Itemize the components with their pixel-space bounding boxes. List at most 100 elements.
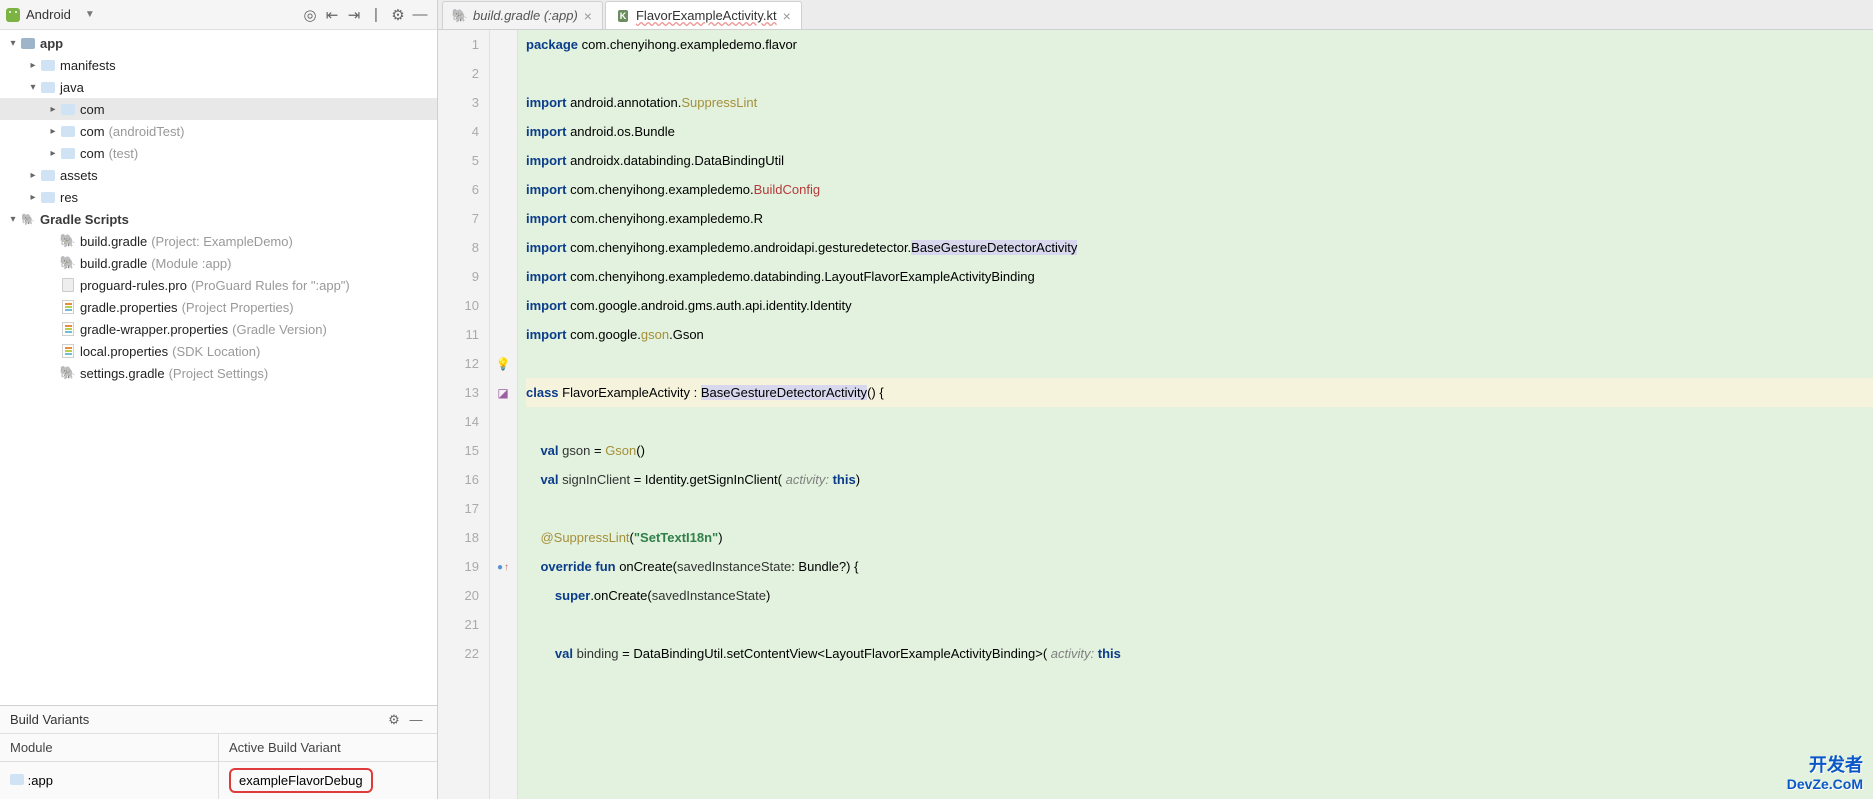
tree-node-note: (Project Properties)	[182, 300, 294, 315]
tree-row[interactable]: ▸ com (test)	[0, 142, 437, 164]
chevron-down-icon[interactable]: ▾	[6, 214, 20, 225]
collapse-icon[interactable]: ⇤	[321, 4, 343, 26]
code-line[interactable]	[526, 59, 1873, 88]
tree-node-label: gradle-wrapper.properties	[80, 322, 228, 337]
code-line[interactable]	[526, 349, 1873, 378]
tree-node-label: local.properties	[80, 344, 168, 359]
code-line[interactable]: import com.chenyihong.exampledemo.R	[526, 204, 1873, 233]
tree-row[interactable]: · local.properties (SDK Location)	[0, 340, 437, 362]
chevron-icon[interactable]: ▸	[46, 148, 60, 159]
tree-row[interactable]: ▸ com	[0, 98, 437, 120]
tree-node-note: (Gradle Version)	[232, 322, 327, 337]
file-icon	[60, 277, 76, 293]
code-line[interactable]: import com.google.gson.Gson	[526, 320, 1873, 349]
tree-node-label: res	[60, 190, 78, 205]
folder-icon	[40, 189, 56, 205]
project-tree[interactable]: ▾ app ▸ manifests ▾ java ▸ com ▸ com (an…	[0, 30, 437, 705]
chevron-icon[interactable]: ▸	[46, 104, 60, 115]
folder-icon	[40, 57, 56, 73]
tree-node-label: build.gradle	[80, 234, 147, 249]
variant-cell[interactable]: exampleFlavorDebug	[219, 762, 437, 799]
tree-row[interactable]: ▾ java	[0, 76, 437, 98]
tree-row[interactable]: · proguard-rules.pro (ProGuard Rules for…	[0, 274, 437, 296]
tree-node-note: (Project Settings)	[169, 366, 269, 381]
build-variants-title: Build Variants	[10, 712, 89, 727]
code-line[interactable]: val gson = Gson()	[526, 436, 1873, 465]
tree-row[interactable]: ▸ assets	[0, 164, 437, 186]
minimize-icon[interactable]: —	[409, 4, 431, 26]
code-line[interactable]: import com.chenyihong.exampledemo.BuildC…	[526, 175, 1873, 204]
module-cell[interactable]: :app	[0, 762, 219, 799]
code-line[interactable]: import com.chenyihong.exampledemo.databi…	[526, 262, 1873, 291]
override-gutter-icon[interactable]: ●↑	[494, 558, 512, 576]
build-variants-header: Build Variants ⚙ —	[0, 706, 437, 734]
code-line[interactable]	[526, 407, 1873, 436]
tree-node-note: (androidTest)	[109, 124, 185, 139]
tree-node-label: manifests	[60, 58, 116, 73]
tree-root[interactable]: ▾ app	[0, 32, 437, 54]
close-icon[interactable]: ×	[783, 8, 791, 24]
code-line[interactable]	[526, 494, 1873, 523]
tab-label: FlavorExampleActivity.kt	[636, 8, 777, 23]
chevron-icon[interactable]: ▾	[26, 82, 40, 93]
tree-node-label: assets	[60, 168, 98, 183]
code-line[interactable]: import com.google.android.gms.auth.api.i…	[526, 291, 1873, 320]
code-content[interactable]: package com.chenyihong.exampledemo.flavo…	[518, 30, 1873, 799]
code-line[interactable]: @SuppressLint("SetTextI18n")	[526, 523, 1873, 552]
code-line[interactable]: package com.chenyihong.exampledemo.flavo…	[526, 30, 1873, 59]
tree-row[interactable]: ▸ manifests	[0, 54, 437, 76]
code-line[interactable]: import android.annotation.SuppressLint	[526, 88, 1873, 117]
target-icon[interactable]: ◎	[299, 4, 321, 26]
chevron-down-icon[interactable]: ▾	[6, 38, 20, 49]
code-line[interactable]: import androidx.databinding.DataBindingU…	[526, 146, 1873, 175]
chevron-icon[interactable]: ▸	[26, 192, 40, 203]
bulb-icon[interactable]: 💡	[494, 355, 512, 373]
code-line[interactable]: val signInClient = Identity.getSignInCli…	[526, 465, 1873, 494]
tree-row[interactable]: · gradle-wrapper.properties (Gradle Vers…	[0, 318, 437, 340]
gradle-icon: 🐘	[453, 9, 467, 23]
close-icon[interactable]: ×	[584, 8, 592, 24]
chevron-icon[interactable]: ▸	[26, 60, 40, 71]
gear-icon[interactable]: ⚙	[387, 4, 409, 26]
column-module: Module	[0, 734, 219, 761]
folder-icon	[40, 167, 56, 183]
code-line[interactable]: val binding = DataBindingUtil.setContent…	[526, 639, 1873, 668]
active-variant[interactable]: exampleFlavorDebug	[229, 768, 373, 793]
tree-row[interactable]: · 🐘 settings.gradle (Project Settings)	[0, 362, 437, 384]
chevron-icon[interactable]: ▸	[26, 170, 40, 181]
tree-row[interactable]: · 🐘 build.gradle (Project: ExampleDemo)	[0, 230, 437, 252]
code-line[interactable]: class FlavorExampleActivity : BaseGestur…	[526, 378, 1873, 407]
code-line[interactable]: import android.os.Bundle	[526, 117, 1873, 146]
chevron-icon[interactable]: ▸	[46, 126, 60, 137]
line-number: 2	[438, 59, 479, 88]
build-variants-row[interactable]: :app exampleFlavorDebug	[0, 762, 437, 799]
tree-node-label: com	[80, 102, 105, 117]
tree-node-label: com	[80, 146, 105, 161]
left-panel: Android ▼ ◎ ⇤ ⇥ | ⚙ — ▾ app ▸ manifests …	[0, 0, 438, 799]
chevron-down-icon[interactable]: ▼	[85, 9, 95, 20]
build-variants-columns: Module Active Build Variant	[0, 734, 437, 762]
tree-row[interactable]: ▸ res	[0, 186, 437, 208]
code-line[interactable]: import com.chenyihong.exampledemo.androi…	[526, 233, 1873, 262]
code-editor[interactable]: 12345678910111213141516171819202122 💡 ◪ …	[438, 30, 1873, 799]
gear-icon[interactable]: ⚙	[383, 709, 405, 731]
folder-icon	[60, 101, 76, 117]
expand-icon[interactable]: ⇥	[343, 4, 365, 26]
tree-row[interactable]: ▸ com (androidTest)	[0, 120, 437, 142]
project-view-label[interactable]: Android	[26, 7, 71, 22]
class-gutter-icon[interactable]: ◪	[494, 384, 512, 402]
minimize-icon[interactable]: —	[405, 709, 427, 731]
editor-tab[interactable]: 🐘 build.gradle (:app) ×	[442, 1, 603, 29]
tree-gradle-root[interactable]: ▾ 🐘 Gradle Scripts	[0, 208, 437, 230]
tree-node-label: build.gradle	[80, 256, 147, 271]
line-number: 7	[438, 204, 479, 233]
module-icon	[10, 773, 24, 788]
code-line[interactable]: super.onCreate(savedInstanceState)	[526, 581, 1873, 610]
tree-row[interactable]: · gradle.properties (Project Properties)	[0, 296, 437, 318]
line-number: 17	[438, 494, 479, 523]
tree-row[interactable]: · 🐘 build.gradle (Module :app)	[0, 252, 437, 274]
editor-tab[interactable]: K FlavorExampleActivity.kt ×	[605, 1, 802, 29]
gradle-icon: 🐘	[60, 255, 76, 271]
code-line[interactable]: override fun onCreate(savedInstanceState…	[526, 552, 1873, 581]
code-line[interactable]	[526, 610, 1873, 639]
